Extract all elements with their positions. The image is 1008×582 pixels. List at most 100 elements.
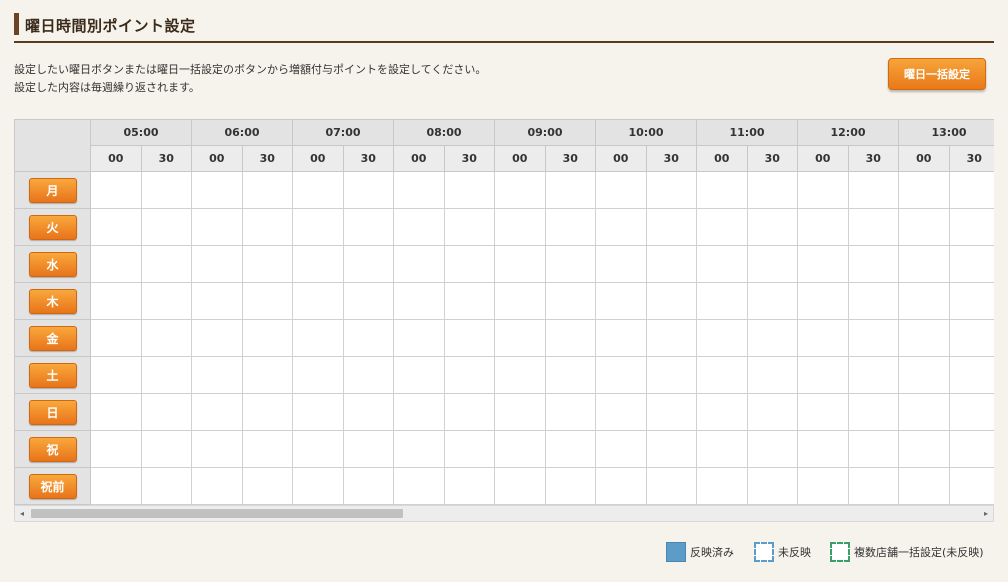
time-slot-cell[interactable] xyxy=(343,357,394,394)
time-slot-cell[interactable] xyxy=(646,320,697,357)
time-slot-cell[interactable] xyxy=(444,357,495,394)
time-slot-cell[interactable] xyxy=(596,283,647,320)
time-slot-cell[interactable] xyxy=(495,320,546,357)
time-slot-cell[interactable] xyxy=(141,283,192,320)
time-slot-cell[interactable] xyxy=(798,283,849,320)
time-slot-cell[interactable] xyxy=(394,246,445,283)
time-slot-cell[interactable] xyxy=(646,172,697,209)
time-slot-cell[interactable] xyxy=(192,283,243,320)
time-slot-cell[interactable] xyxy=(495,357,546,394)
time-slot-cell[interactable] xyxy=(242,172,293,209)
time-slot-cell[interactable] xyxy=(293,320,344,357)
time-slot-cell[interactable] xyxy=(697,468,748,505)
time-slot-cell[interactable] xyxy=(596,394,647,431)
time-slot-cell[interactable] xyxy=(192,172,243,209)
time-slot-cell[interactable] xyxy=(848,394,899,431)
time-slot-cell[interactable] xyxy=(495,468,546,505)
time-slot-cell[interactable] xyxy=(545,431,596,468)
time-slot-cell[interactable] xyxy=(394,431,445,468)
time-slot-cell[interactable] xyxy=(192,246,243,283)
time-slot-cell[interactable] xyxy=(444,246,495,283)
time-slot-cell[interactable] xyxy=(192,468,243,505)
day-button[interactable]: 祝前 xyxy=(28,473,77,499)
time-slot-cell[interactable] xyxy=(646,209,697,246)
time-slot-cell[interactable] xyxy=(444,283,495,320)
time-slot-cell[interactable] xyxy=(798,431,849,468)
time-slot-cell[interactable] xyxy=(949,172,994,209)
time-slot-cell[interactable] xyxy=(495,172,546,209)
time-slot-cell[interactable] xyxy=(343,172,394,209)
time-slot-cell[interactable] xyxy=(949,468,994,505)
time-slot-cell[interactable] xyxy=(848,283,899,320)
time-slot-cell[interactable] xyxy=(596,468,647,505)
time-slot-cell[interactable] xyxy=(747,357,798,394)
time-slot-cell[interactable] xyxy=(394,468,445,505)
scroll-thumb[interactable] xyxy=(31,509,403,518)
time-slot-cell[interactable] xyxy=(596,357,647,394)
time-slot-cell[interactable] xyxy=(747,209,798,246)
time-slot-cell[interactable] xyxy=(293,172,344,209)
time-slot-cell[interactable] xyxy=(596,431,647,468)
time-slot-cell[interactable] xyxy=(899,357,950,394)
time-slot-cell[interactable] xyxy=(798,246,849,283)
time-slot-cell[interactable] xyxy=(242,431,293,468)
time-slot-cell[interactable] xyxy=(798,172,849,209)
time-slot-cell[interactable] xyxy=(242,468,293,505)
time-slot-cell[interactable] xyxy=(747,320,798,357)
time-slot-cell[interactable] xyxy=(192,209,243,246)
time-slot-cell[interactable] xyxy=(91,172,142,209)
time-slot-cell[interactable] xyxy=(747,172,798,209)
time-slot-cell[interactable] xyxy=(343,468,394,505)
time-slot-cell[interactable] xyxy=(495,246,546,283)
time-slot-cell[interactable] xyxy=(91,394,142,431)
time-slot-cell[interactable] xyxy=(545,209,596,246)
time-slot-cell[interactable] xyxy=(545,394,596,431)
time-slot-cell[interactable] xyxy=(848,246,899,283)
time-slot-cell[interactable] xyxy=(343,320,394,357)
time-slot-cell[interactable] xyxy=(899,431,950,468)
time-slot-cell[interactable] xyxy=(394,320,445,357)
time-slot-cell[interactable] xyxy=(848,209,899,246)
day-button[interactable]: 日 xyxy=(28,399,77,425)
time-slot-cell[interactable] xyxy=(697,209,748,246)
time-slot-cell[interactable] xyxy=(949,246,994,283)
time-slot-cell[interactable] xyxy=(545,320,596,357)
time-slot-cell[interactable] xyxy=(91,431,142,468)
time-slot-cell[interactable] xyxy=(596,246,647,283)
time-slot-cell[interactable] xyxy=(293,357,344,394)
time-slot-cell[interactable] xyxy=(798,320,849,357)
time-slot-cell[interactable] xyxy=(192,431,243,468)
time-slot-cell[interactable] xyxy=(444,394,495,431)
time-slot-cell[interactable] xyxy=(394,357,445,394)
time-slot-cell[interactable] xyxy=(91,468,142,505)
time-slot-cell[interactable] xyxy=(545,357,596,394)
time-slot-cell[interactable] xyxy=(899,172,950,209)
time-slot-cell[interactable] xyxy=(394,172,445,209)
time-slot-cell[interactable] xyxy=(949,357,994,394)
time-slot-cell[interactable] xyxy=(697,431,748,468)
time-slot-cell[interactable] xyxy=(242,357,293,394)
time-slot-cell[interactable] xyxy=(747,431,798,468)
day-button[interactable]: 木 xyxy=(28,288,77,314)
time-slot-cell[interactable] xyxy=(848,172,899,209)
horizontal-scrollbar[interactable]: ◂ ▸ xyxy=(14,505,994,522)
time-slot-cell[interactable] xyxy=(444,468,495,505)
time-slot-cell[interactable] xyxy=(949,394,994,431)
time-slot-cell[interactable] xyxy=(798,468,849,505)
time-slot-cell[interactable] xyxy=(899,209,950,246)
time-slot-cell[interactable] xyxy=(495,431,546,468)
time-slot-cell[interactable] xyxy=(495,283,546,320)
time-slot-cell[interactable] xyxy=(697,283,748,320)
day-button[interactable]: 火 xyxy=(28,214,77,240)
time-slot-cell[interactable] xyxy=(141,209,192,246)
time-slot-cell[interactable] xyxy=(798,357,849,394)
time-slot-cell[interactable] xyxy=(242,246,293,283)
time-slot-cell[interactable] xyxy=(293,468,344,505)
time-slot-cell[interactable] xyxy=(646,394,697,431)
time-slot-cell[interactable] xyxy=(899,283,950,320)
time-slot-cell[interactable] xyxy=(293,283,344,320)
time-slot-cell[interactable] xyxy=(646,246,697,283)
time-slot-cell[interactable] xyxy=(394,394,445,431)
time-slot-cell[interactable] xyxy=(596,209,647,246)
day-button[interactable]: 水 xyxy=(28,251,77,277)
